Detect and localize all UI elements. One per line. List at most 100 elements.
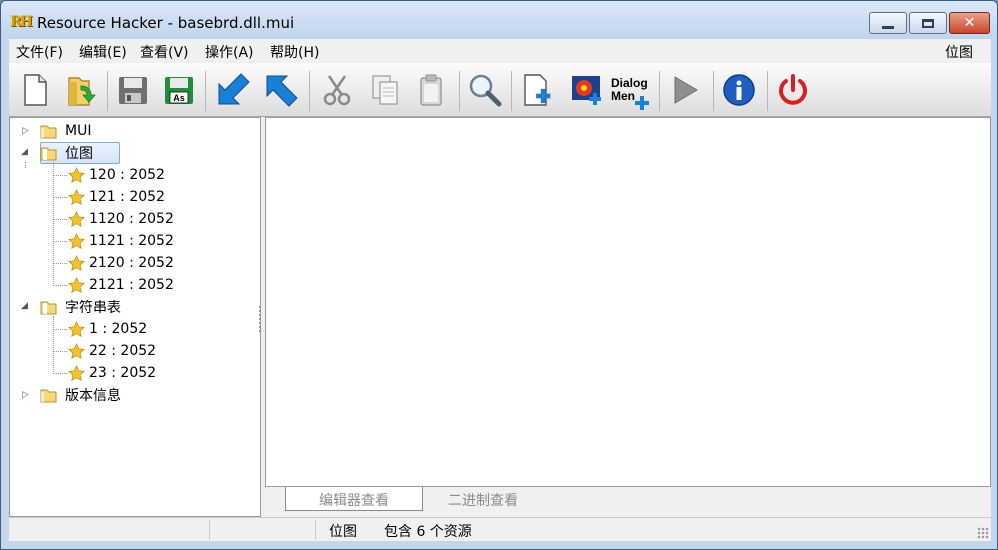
tree-connector: [53, 316, 54, 374]
star-icon: [68, 188, 85, 205]
window-title: Resource Hacker - basebrd.dll.mui: [37, 14, 295, 32]
info-icon: [723, 74, 755, 106]
tree-leaf-bitmap-2121[interactable]: 2121 : 2052: [68, 274, 174, 296]
tree-node-string-table[interactable]: 字符串表: [40, 296, 121, 318]
open-button[interactable]: [61, 70, 101, 110]
tree-node-bitmap[interactable]: 位图: [40, 142, 93, 164]
menu-view[interactable]: 查看(V): [140, 42, 189, 62]
tree-leaf-label: 1 : 2052: [89, 321, 148, 337]
power-icon: [779, 74, 807, 105]
add-image-resource-button[interactable]: [567, 70, 607, 110]
menu-action[interactable]: 操作(A): [205, 42, 254, 62]
toolbar-separator: [713, 71, 714, 111]
exit-button[interactable]: [773, 70, 813, 110]
tree-leaf-label: 1121 : 2052: [89, 233, 174, 249]
arrow-up-left-icon: [266, 75, 298, 107]
tree-leaf-string-22[interactable]: 22 : 2052: [68, 340, 156, 362]
status-bar: 位图 包含 6 个资源: [9, 517, 991, 541]
tree-leaf-bitmap-121[interactable]: 121 : 2052: [68, 186, 165, 208]
save-as-icon: As: [165, 77, 193, 104]
toolbar-separator: [659, 71, 660, 111]
save-button[interactable]: [113, 70, 153, 110]
expand-version-info-icon[interactable]: ▷: [22, 390, 29, 400]
tree-node-label: MUI: [65, 123, 92, 139]
paste-button[interactable]: [411, 70, 451, 110]
menu-bar: 文件(F) 编辑(E) 查看(V) 操作(A) 帮助(H) 位图: [9, 39, 991, 63]
open-folder-icon: [40, 301, 57, 315]
tree-leaf-bitmap-120[interactable]: 120 : 2052: [68, 164, 165, 186]
arrow-down-left-icon: [218, 73, 250, 105]
compile-run-button[interactable]: [665, 70, 705, 110]
menu-edit[interactable]: 编辑(E): [79, 42, 127, 62]
about-button[interactable]: [719, 70, 759, 110]
title-bar[interactable]: RH Resource Hacker - basebrd.dll.mui ✕: [1, 1, 997, 39]
tab-editor-view[interactable]: 编辑器查看: [285, 487, 423, 511]
cut-button[interactable]: [317, 70, 357, 110]
toolbar-separator: [459, 71, 460, 111]
close-icon: ✕: [963, 15, 976, 31]
star-icon: [68, 232, 85, 249]
new-file-button[interactable]: [15, 70, 55, 110]
resource-viewer[interactable]: [265, 117, 991, 487]
add-blank-resource-button[interactable]: [517, 70, 557, 110]
tree-leaf-label: 2121 : 2052: [89, 277, 174, 293]
maximize-button[interactable]: [909, 12, 947, 34]
status-separator: [315, 520, 316, 540]
menu-current-type: 位图: [945, 45, 973, 61]
tab-binary-view[interactable]: 二进制查看: [423, 487, 543, 511]
star-icon: [68, 210, 85, 227]
tree-leaf-string-23[interactable]: 23 : 2052: [68, 362, 156, 384]
menu-file[interactable]: 文件(F): [16, 42, 63, 62]
tree-connector: [53, 162, 54, 286]
tree-node-version-info[interactable]: 版本信息: [40, 384, 121, 406]
add-image-icon: [572, 76, 601, 105]
add-dialog-menu-icon: [635, 96, 649, 110]
folder-icon: [40, 389, 57, 403]
tree-leaf-bitmap-2120[interactable]: 2120 : 2052: [68, 252, 174, 274]
tree-leaf-label: 23 : 2052: [89, 365, 157, 381]
tree-connector: [53, 285, 67, 286]
svg-text:As: As: [173, 93, 185, 103]
tree-leaf-bitmap-1121[interactable]: 1121 : 2052: [68, 230, 174, 252]
tree-leaf-label: 1120 : 2052: [89, 211, 174, 227]
close-button[interactable]: ✕: [949, 12, 990, 34]
tree-leaf-label: 22 : 2052: [89, 343, 157, 359]
menu-help[interactable]: 帮助(H): [270, 42, 319, 62]
tree-connector: [53, 219, 67, 220]
view-tabs: 编辑器查看 二进制查看: [265, 487, 991, 517]
copy-icon: [372, 75, 398, 105]
app-window: RH Resource Hacker - basebrd.dll.mui ✕ 文…: [0, 0, 998, 550]
status-resource-type: 位图: [329, 524, 357, 540]
open-folder-icon: [40, 147, 57, 161]
copy-button[interactable]: [365, 70, 405, 110]
resize-grip-icon[interactable]: [977, 527, 989, 539]
resource-tree[interactable]: ▷ MUI ◢ 位图 120 : 2052 121 : 2052 1120 : …: [9, 117, 261, 517]
tree-node-label: 位图: [65, 146, 93, 162]
status-separator: [209, 520, 210, 540]
tree-node-mui[interactable]: MUI: [40, 120, 91, 142]
tree-connector: [53, 175, 67, 176]
save-icon: [119, 77, 147, 104]
splitter-grip-icon[interactable]: [259, 306, 262, 332]
tree-connector: [53, 263, 67, 264]
export-button[interactable]: [261, 70, 301, 110]
minimize-button[interactable]: [869, 12, 907, 34]
tree-connector: [53, 373, 67, 374]
folder-icon: [40, 125, 57, 139]
tree-leaf-string-1[interactable]: 1 : 2052: [68, 318, 147, 340]
save-as-button[interactable]: As: [159, 70, 199, 110]
collapse-string-table-icon[interactable]: ◢: [21, 301, 28, 311]
add-dialog-menu-button[interactable]: Dialog Men: [611, 70, 651, 110]
star-icon: [68, 166, 85, 183]
import-button[interactable]: [213, 70, 253, 110]
menu-label: Men: [611, 89, 635, 103]
tree-leaf-bitmap-1120[interactable]: 1120 : 2052: [68, 208, 174, 230]
find-button[interactable]: [465, 70, 505, 110]
toolbar-separator: [767, 71, 768, 111]
collapse-bitmap-icon[interactable]: ◢: [21, 147, 28, 157]
status-resource-count: 包含 6 个资源: [384, 524, 472, 540]
cut-icon: [323, 75, 351, 106]
paste-icon: [420, 74, 442, 106]
tree-node-label: 版本信息: [65, 388, 121, 404]
expand-mui-icon[interactable]: ▷: [22, 126, 29, 136]
